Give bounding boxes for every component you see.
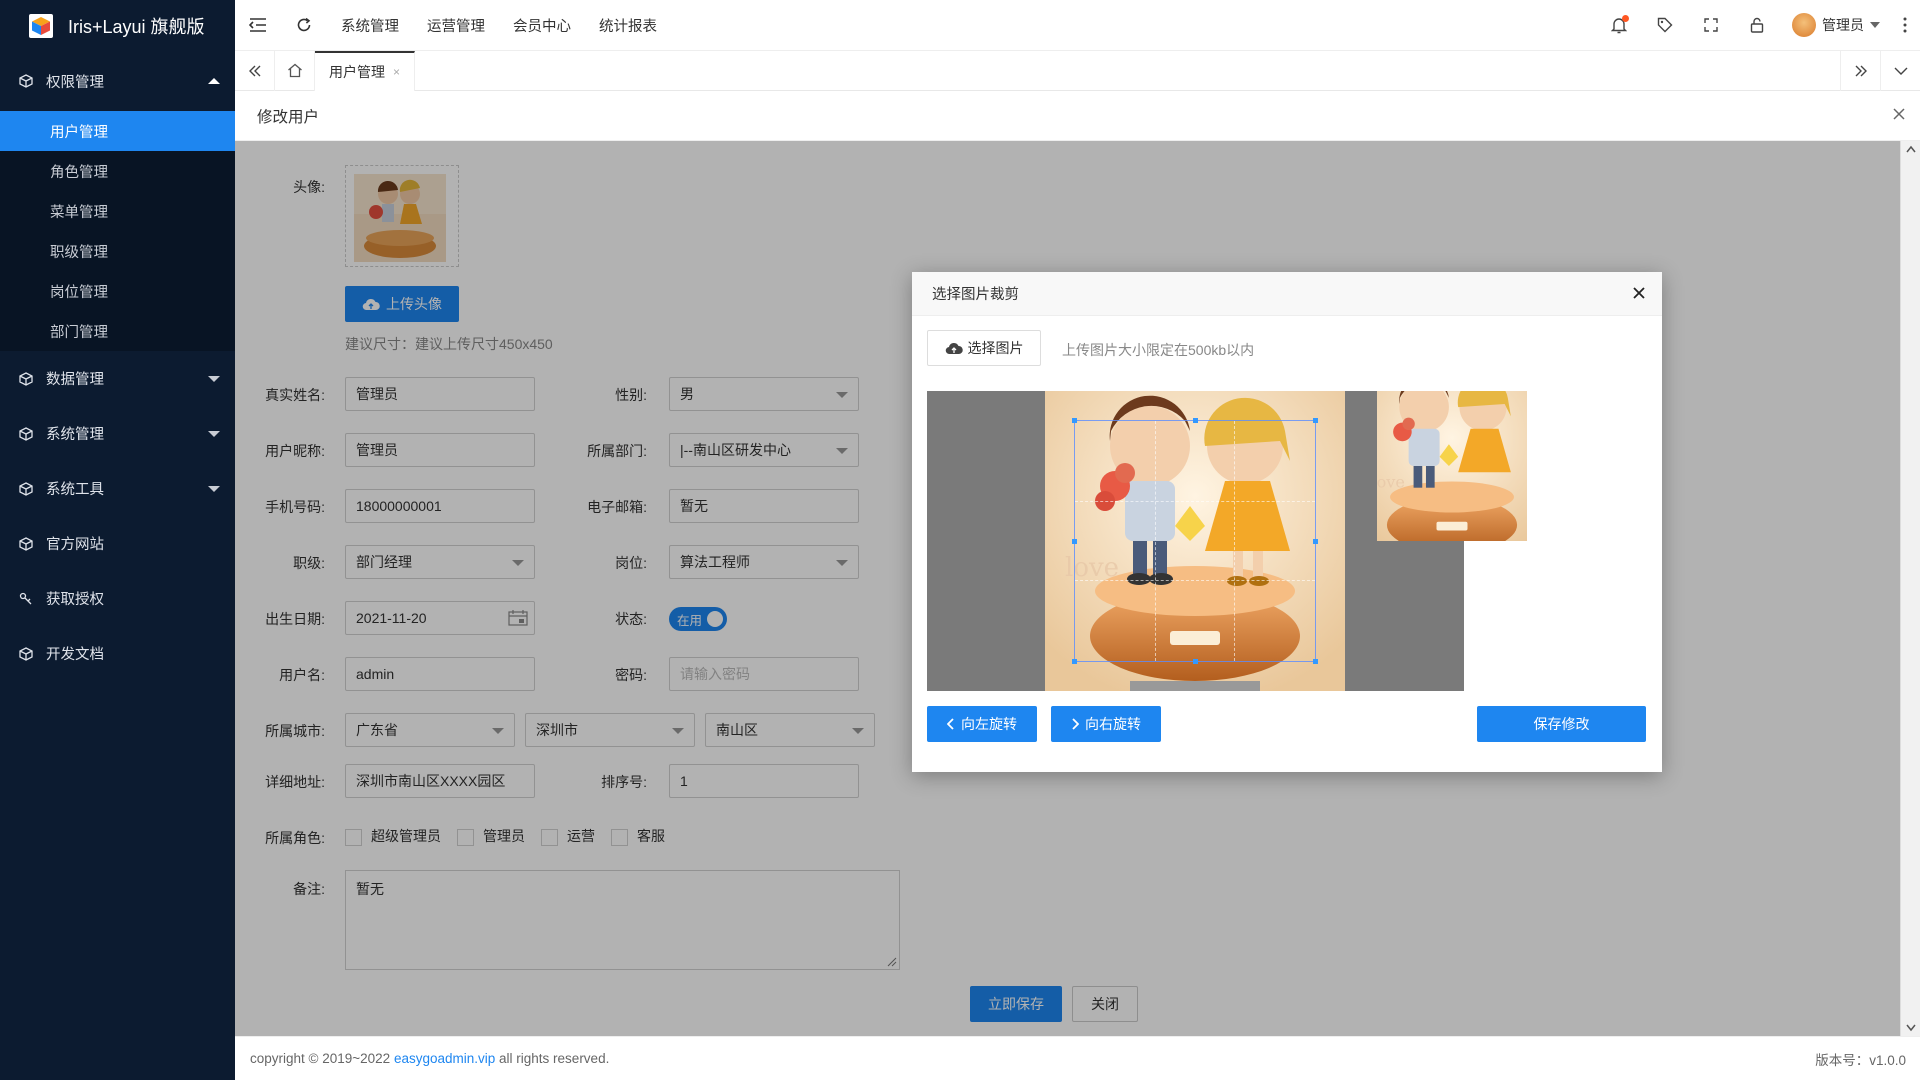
close-icon[interactable] [1632, 286, 1646, 300]
select-image-label: 选择图片 [967, 340, 1024, 356]
sidebar-item-positions[interactable]: 岗位管理 [0, 271, 235, 311]
menu-item-license[interactable]: 获取授权 [0, 571, 235, 626]
refresh-icon[interactable] [281, 0, 327, 51]
menu-item-label: 获取授权 [46, 592, 104, 608]
user-menu[interactable]: 管理员 [1780, 13, 1890, 37]
submenu-permission: 用户管理 角色管理 菜单管理 职级管理 岗位管理 部门管理 [0, 111, 235, 351]
menu-item-docs[interactable]: 开发文档 [0, 626, 235, 681]
crop-selection-box[interactable] [1072, 418, 1318, 664]
avatar [1792, 13, 1816, 37]
select-image-button[interactable]: 选择图片 [927, 330, 1041, 366]
copyright-prefix: copyright © 2019~2022 [250, 1051, 391, 1066]
nav-system[interactable]: 系统管理 [327, 0, 413, 51]
crop-grid [1075, 501, 1315, 581]
sidebar: Iris+Layui 旗舰版 权限管理 用户管理 角色管理 菜单管理 职级管理 … [0, 0, 235, 1080]
nav-reports[interactable]: 统计报表 [585, 0, 671, 51]
menu-group-label: 系统工具 [46, 482, 104, 498]
sidebar-item-menus[interactable]: 菜单管理 [0, 191, 235, 231]
top-header: 系统管理 运营管理 会员中心 统计报表 管理员 [235, 0, 1920, 51]
cube-icon [19, 536, 33, 551]
chevron-down-icon [208, 430, 220, 437]
modal-title: 选择图片裁剪 [932, 287, 1019, 303]
cloud-upload-icon [945, 342, 963, 355]
user-name: 管理员 [1822, 17, 1864, 33]
tabs-scroll-left-icon[interactable] [235, 50, 275, 91]
crop-handle[interactable] [1072, 418, 1077, 423]
menu-group-tools[interactable]: 系统工具 [0, 461, 235, 516]
tab-bar: 用户管理 × [235, 50, 1920, 91]
crop-preview: love [1377, 391, 1527, 541]
tab-users[interactable]: 用户管理 × [315, 50, 416, 91]
cube-icon [19, 646, 33, 661]
menu-group-data[interactable]: 数据管理 [0, 351, 235, 406]
menu-group-label: 数据管理 [46, 372, 104, 388]
upload-hint: 上传图片大小限定在500kb以内 [1062, 342, 1255, 358]
page-header: 修改用户 [235, 91, 1920, 141]
chevron-left-icon [947, 718, 955, 730]
crop-modal: 选择图片裁剪 选择图片 上传图片大小限定在500kb以内 love ove 向左… [912, 272, 1662, 772]
tag-icon[interactable] [1642, 0, 1688, 51]
nav-members[interactable]: 会员中心 [499, 0, 585, 51]
rotate-right-label: 向右旋转 [1085, 716, 1141, 732]
chevron-right-icon [1071, 718, 1079, 730]
tab-label: 用户管理 [329, 63, 385, 80]
menu-item-label: 官方网站 [46, 537, 104, 553]
lock-icon[interactable] [1734, 0, 1780, 51]
chevron-down-icon [208, 375, 220, 382]
cube-icon [19, 481, 33, 496]
app-logo[interactable]: Iris+Layui 旗舰版 [0, 0, 235, 51]
crop-preview-image: love [1377, 391, 1527, 541]
menu-group-label: 系统管理 [46, 427, 104, 443]
logo-icon [28, 13, 54, 39]
key-icon [19, 592, 33, 606]
cube-icon [19, 74, 33, 88]
sidebar-item-users[interactable]: 用户管理 [0, 111, 235, 151]
app-title: Iris+Layui 旗舰版 [68, 16, 205, 37]
menu-toggle-icon[interactable] [235, 0, 281, 51]
scrollbar[interactable] [1900, 141, 1920, 1036]
caret-down-icon [1870, 22, 1880, 28]
home-icon[interactable] [275, 50, 315, 91]
footer: copyright © 2019~2022 easygoadmin.vip al… [235, 1036, 1920, 1080]
scroll-up-icon [1906, 145, 1916, 153]
copyright-suffix: all rights reserved. [499, 1051, 610, 1066]
site-link[interactable]: easygoadmin.vip [394, 1051, 495, 1066]
sidebar-item-levels[interactable]: 职级管理 [0, 231, 235, 271]
sidebar-item-departments[interactable]: 部门管理 [0, 311, 235, 351]
modal-header: 选择图片裁剪 [912, 272, 1662, 316]
menu-item-label: 开发文档 [46, 647, 104, 663]
cube-icon [19, 426, 33, 441]
tabs-scroll-right-icon[interactable] [1840, 50, 1880, 91]
rotate-right-button[interactable]: 向右旋转 [1051, 706, 1161, 742]
more-vertical-icon[interactable] [1890, 0, 1920, 51]
fullscreen-icon[interactable] [1688, 0, 1734, 51]
menu-group-permission[interactable]: 权限管理 [0, 51, 235, 111]
crop-handle[interactable] [1313, 659, 1318, 664]
notification-dot [1622, 14, 1629, 22]
bell-icon[interactable] [1596, 0, 1642, 51]
chevron-up-icon [208, 78, 220, 84]
crop-handle[interactable] [1313, 418, 1318, 423]
tabs-dropdown-icon[interactable] [1880, 50, 1920, 91]
close-icon[interactable] [1892, 107, 1906, 121]
menu-item-website[interactable]: 官方网站 [0, 516, 235, 571]
nav-operations[interactable]: 运营管理 [413, 0, 499, 51]
menu-group-label: 权限管理 [46, 74, 104, 91]
chevron-down-icon [208, 485, 220, 492]
sidebar-item-roles[interactable]: 角色管理 [0, 151, 235, 191]
tab-close-icon[interactable]: × [393, 65, 400, 79]
cube-icon [19, 371, 33, 386]
copyright-text: copyright © 2019~2022 easygoadmin.vip al… [250, 1051, 609, 1066]
rotate-left-label: 向左旋转 [961, 716, 1017, 732]
crop-handle[interactable] [1072, 659, 1077, 664]
menu-group-system[interactable]: 系统管理 [0, 406, 235, 461]
version-label: 版本号：v1.0.0 [1815, 1052, 1906, 1068]
rotate-left-button[interactable]: 向左旋转 [927, 706, 1037, 742]
page-title: 修改用户 [257, 108, 320, 126]
save-crop-button[interactable]: 保存修改 [1477, 706, 1646, 742]
scroll-down-icon [1906, 1024, 1916, 1032]
